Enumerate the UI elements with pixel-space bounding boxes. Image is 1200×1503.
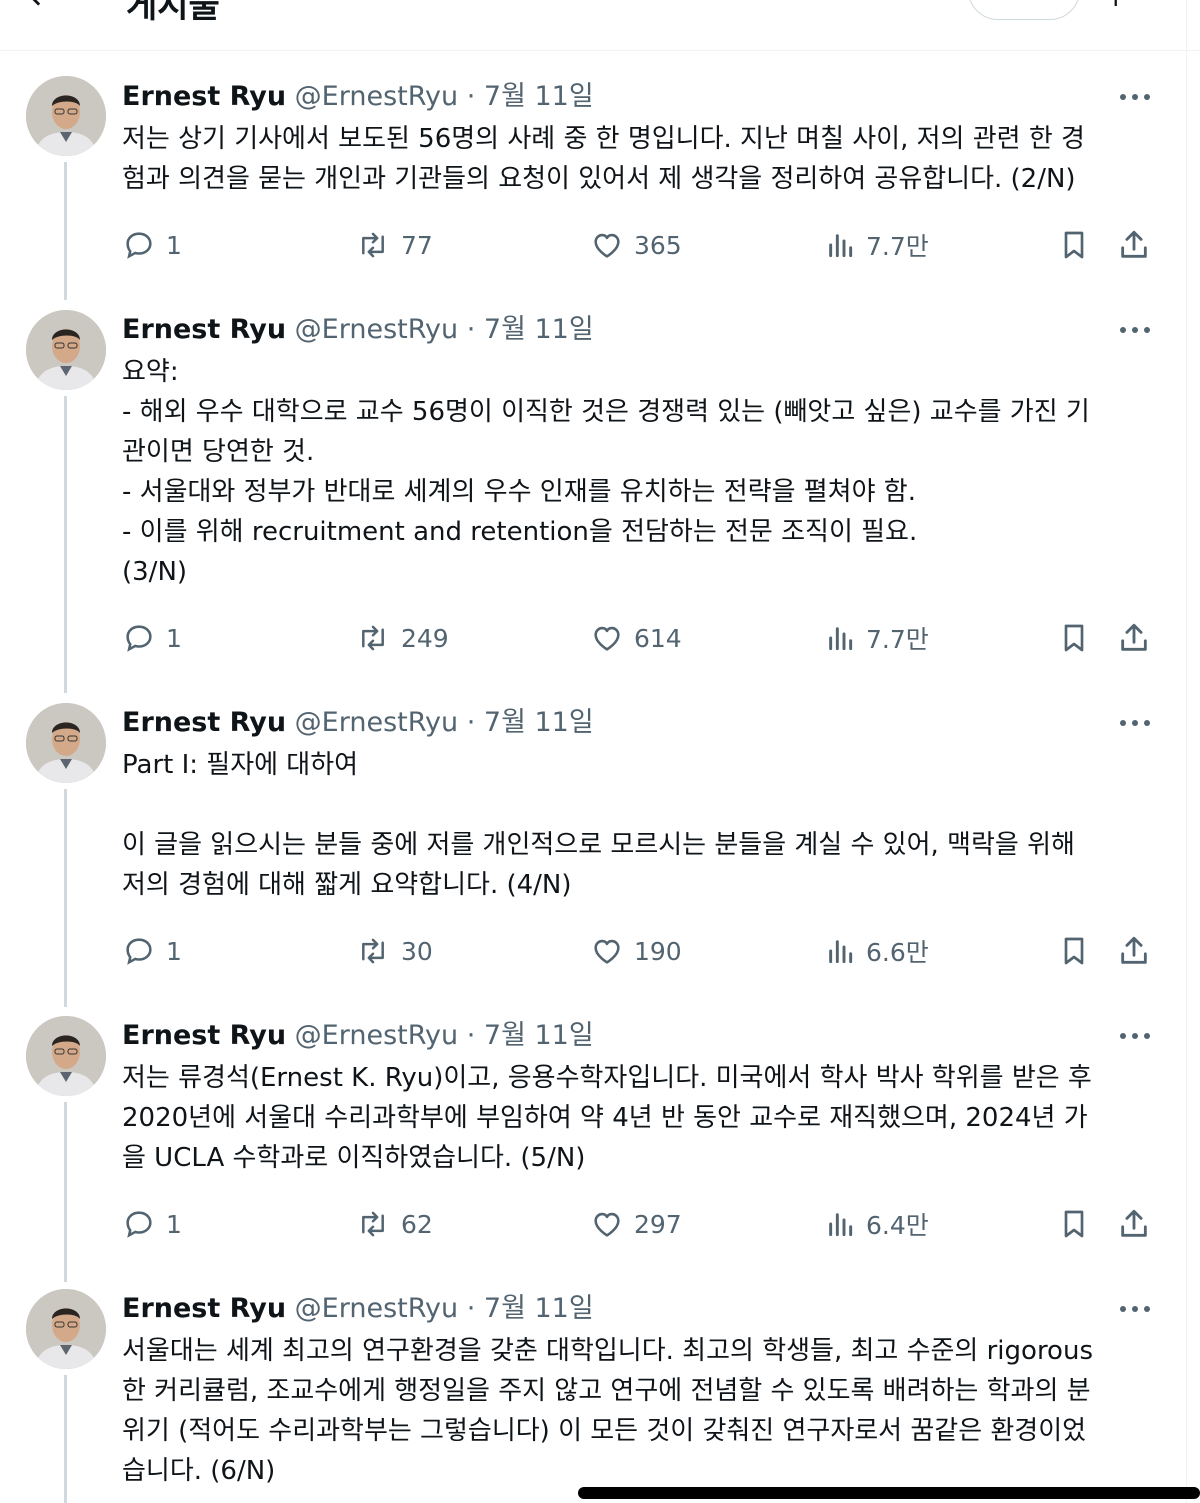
author-name[interactable]: Ernest Ryu bbox=[122, 1293, 286, 1324]
tweet-text-line: 위기 (적어도 수리과학부는 그렇습니다) 이 모든 것이 갖춰진 연구자로서 … bbox=[122, 1416, 1087, 1446]
home-indicator bbox=[578, 1487, 1200, 1499]
thread-line bbox=[64, 1375, 67, 1503]
tweet-text: 서울대는 세계 최고의 연구환경을 갖춘 대학입니다. 최고의 학생들, 최고 … bbox=[122, 1331, 1182, 1491]
separator: · bbox=[466, 1293, 476, 1324]
column-border bbox=[1186, 0, 1187, 1503]
tweet-text-line: 한 커리큘럼, 조교수에게 행정일을 주지 않고 연구에 전념할 수 있도록 배… bbox=[122, 1376, 1091, 1406]
tweet-text-line: 습니다. (6/N) bbox=[122, 1456, 276, 1486]
avatar[interactable] bbox=[26, 1289, 106, 1369]
tweet-header: Ernest Ryu @ErnestRyu · 7월 11일 bbox=[122, 1289, 594, 1329]
author-handle[interactable]: @ErnestRyu bbox=[295, 1293, 458, 1324]
tweet[interactable]: Ernest Ryu @ErnestRyu · 7월 11일 서울대는 세계 최… bbox=[0, 0, 1186, 1503]
tweet-text-line: 서울대는 세계 최고의 연구환경을 갖춘 대학입니다. 최고의 학생들, 최고 … bbox=[122, 1336, 1093, 1366]
avatar-image bbox=[26, 1289, 106, 1369]
tweet-date[interactable]: 7월 11일 bbox=[484, 1293, 594, 1324]
more-icon[interactable] bbox=[1118, 1306, 1152, 1316]
